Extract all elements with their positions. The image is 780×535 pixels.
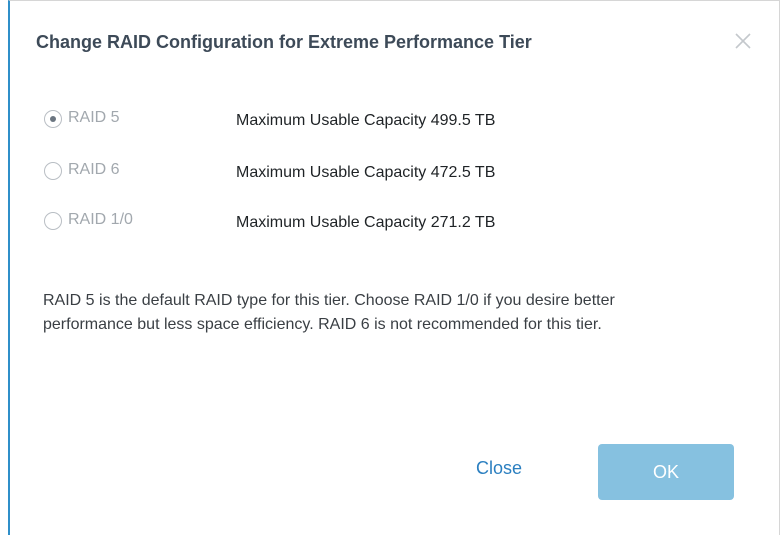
capacity-raid-1-0: Maximum Usable Capacity 271.2 TB	[236, 214, 496, 231]
description-text: RAID 5 is the default RAID type for this…	[43, 292, 615, 333]
dialog-title: Change RAID Configuration for Extreme Pe…	[36, 32, 532, 52]
option-raid-5: RAID 5 Maximum Usable Capacity 499.5 TB	[44, 109, 644, 131]
close-button[interactable]: Close	[476, 458, 522, 479]
option-label-raid-6[interactable]: RAID 6	[68, 161, 120, 179]
option-label-raid-1-0[interactable]: RAID 1/0	[68, 211, 133, 229]
option-raid-6: RAID 6 Maximum Usable Capacity 472.5 TB	[44, 161, 644, 183]
raid-config-dialog: Change RAID Configuration for Extreme Pe…	[8, 0, 780, 535]
radio-raid-5[interactable]	[44, 110, 62, 128]
capacity-raid-6: Maximum Usable Capacity 472.5 TB	[236, 164, 496, 181]
option-label-raid-5[interactable]: RAID 5	[68, 109, 120, 127]
radio-raid-6[interactable]	[44, 162, 62, 180]
close-icon[interactable]	[733, 31, 753, 51]
ok-button[interactable]: OK	[598, 444, 734, 500]
radio-raid-1-0[interactable]	[44, 212, 62, 230]
option-raid-1-0: RAID 1/0 Maximum Usable Capacity 271.2 T…	[44, 211, 644, 233]
capacity-raid-5: Maximum Usable Capacity 499.5 TB	[236, 112, 496, 129]
